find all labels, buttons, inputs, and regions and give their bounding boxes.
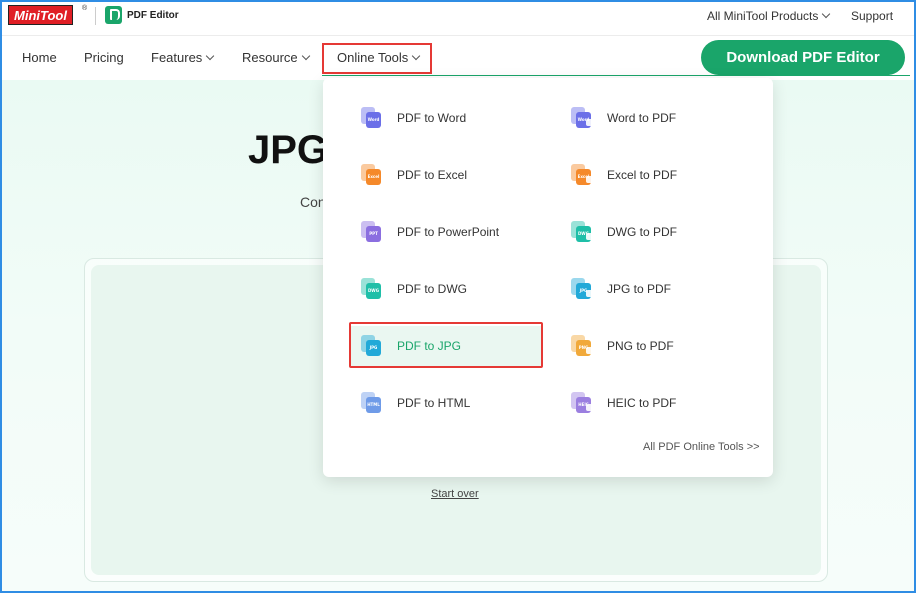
excel-file-icon: Excel [361,164,383,186]
jpg-to-pdf-icon: JPG [571,278,595,300]
menu-item-pdf-to-excel[interactable]: Excel PDF to Excel [351,155,541,195]
minitool-logo[interactable]: MiniTool [8,5,73,25]
ppt-file-icon: PPT [361,221,383,243]
word-to-pdf-icon: Word [571,107,595,129]
pdf-editor-logo-text[interactable]: PDF Editor [127,10,179,21]
top-bar: MiniTool ® PDF Editor All MiniTool Produ… [2,2,914,36]
menu-item-label: PDF to DWG [397,282,468,296]
nav-features-label: Features [151,50,203,65]
menu-item-label: Excel to PDF [607,168,678,182]
menu-item-pdf-to-dwg[interactable]: DWG PDF to DWG [351,269,541,309]
menu-item-label: Word to PDF [607,111,677,125]
word-file-icon: Word [361,107,383,129]
excel-to-pdf-icon: Excel [571,164,595,186]
menu-item-label: PDF to Word [397,111,467,125]
menu-item-label: JPG to PDF [607,282,672,296]
support-link[interactable]: Support [851,9,893,23]
menu-item-pdf-to-html[interactable]: HTML PDF to HTML [351,383,541,423]
main-nav: Home Pricing Features Resource Online To… [2,36,914,80]
page-title: JPG [248,128,329,172]
menu-item-label: DWG to PDF [607,225,678,239]
dwg-file-icon: DWG [361,278,383,300]
pdf-to-jpg-highlight-box [349,322,543,368]
menu-item-label: HEIC to PDF [607,396,677,410]
registered-mark: ® [82,5,88,12]
all-products-label: All MiniTool Products [707,9,819,23]
pdf-editor-logo-icon[interactable] [105,6,122,24]
online-tools-highlight-box [322,43,432,74]
menu-item-heic-to-pdf[interactable]: HEIC HEIC to PDF [561,383,751,423]
dwg-to-pdf-icon: DWG [571,221,595,243]
nav-resource[interactable]: Resource [242,50,310,65]
nav-features[interactable]: Features [151,50,215,65]
nav-resource-label: Resource [242,50,298,65]
download-pdf-editor-button[interactable]: Download PDF Editor [701,40,905,75]
png-to-pdf-icon: PNG [571,335,595,357]
menu-item-word-to-pdf[interactable]: Word Word to PDF [561,98,751,138]
heic-to-pdf-icon: HEIC [571,392,595,414]
menu-item-dwg-to-pdf[interactable]: DWG DWG to PDF [561,212,751,252]
menu-item-excel-to-pdf[interactable]: Excel Excel to PDF [561,155,751,195]
chevron-down-icon [822,9,831,19]
menu-item-pdf-to-powerpoint[interactable]: PPT PDF to PowerPoint [351,212,541,252]
logo-divider [95,7,96,25]
menu-item-label: PDF to PowerPoint [397,225,500,239]
nav-active-underline [322,75,910,76]
start-over-link[interactable]: Start over [431,488,479,500]
menu-item-jpg-to-pdf[interactable]: JPG JPG to PDF [561,269,751,309]
page-subtitle: Con [300,194,326,210]
menu-item-label: PDF to HTML [397,396,471,410]
chevron-down-icon [301,51,310,61]
menu-item-pdf-to-word[interactable]: Word PDF to Word [351,98,541,138]
html-file-icon: HTML [361,392,383,414]
menu-item-label: PNG to PDF [607,339,674,353]
all-pdf-online-tools-link[interactable]: All PDF Online Tools >> [643,441,760,453]
all-products-menu[interactable]: All MiniTool Products [707,9,831,23]
nav-pricing[interactable]: Pricing [84,50,124,65]
nav-home[interactable]: Home [22,50,57,65]
online-tools-dropdown: Word PDF to Word Excel PDF to Excel PPT PDF t… [323,78,773,477]
menu-item-label: PDF to Excel [397,168,468,182]
chevron-down-icon [206,51,215,61]
menu-item-png-to-pdf[interactable]: PNG PNG to PDF [561,326,751,366]
